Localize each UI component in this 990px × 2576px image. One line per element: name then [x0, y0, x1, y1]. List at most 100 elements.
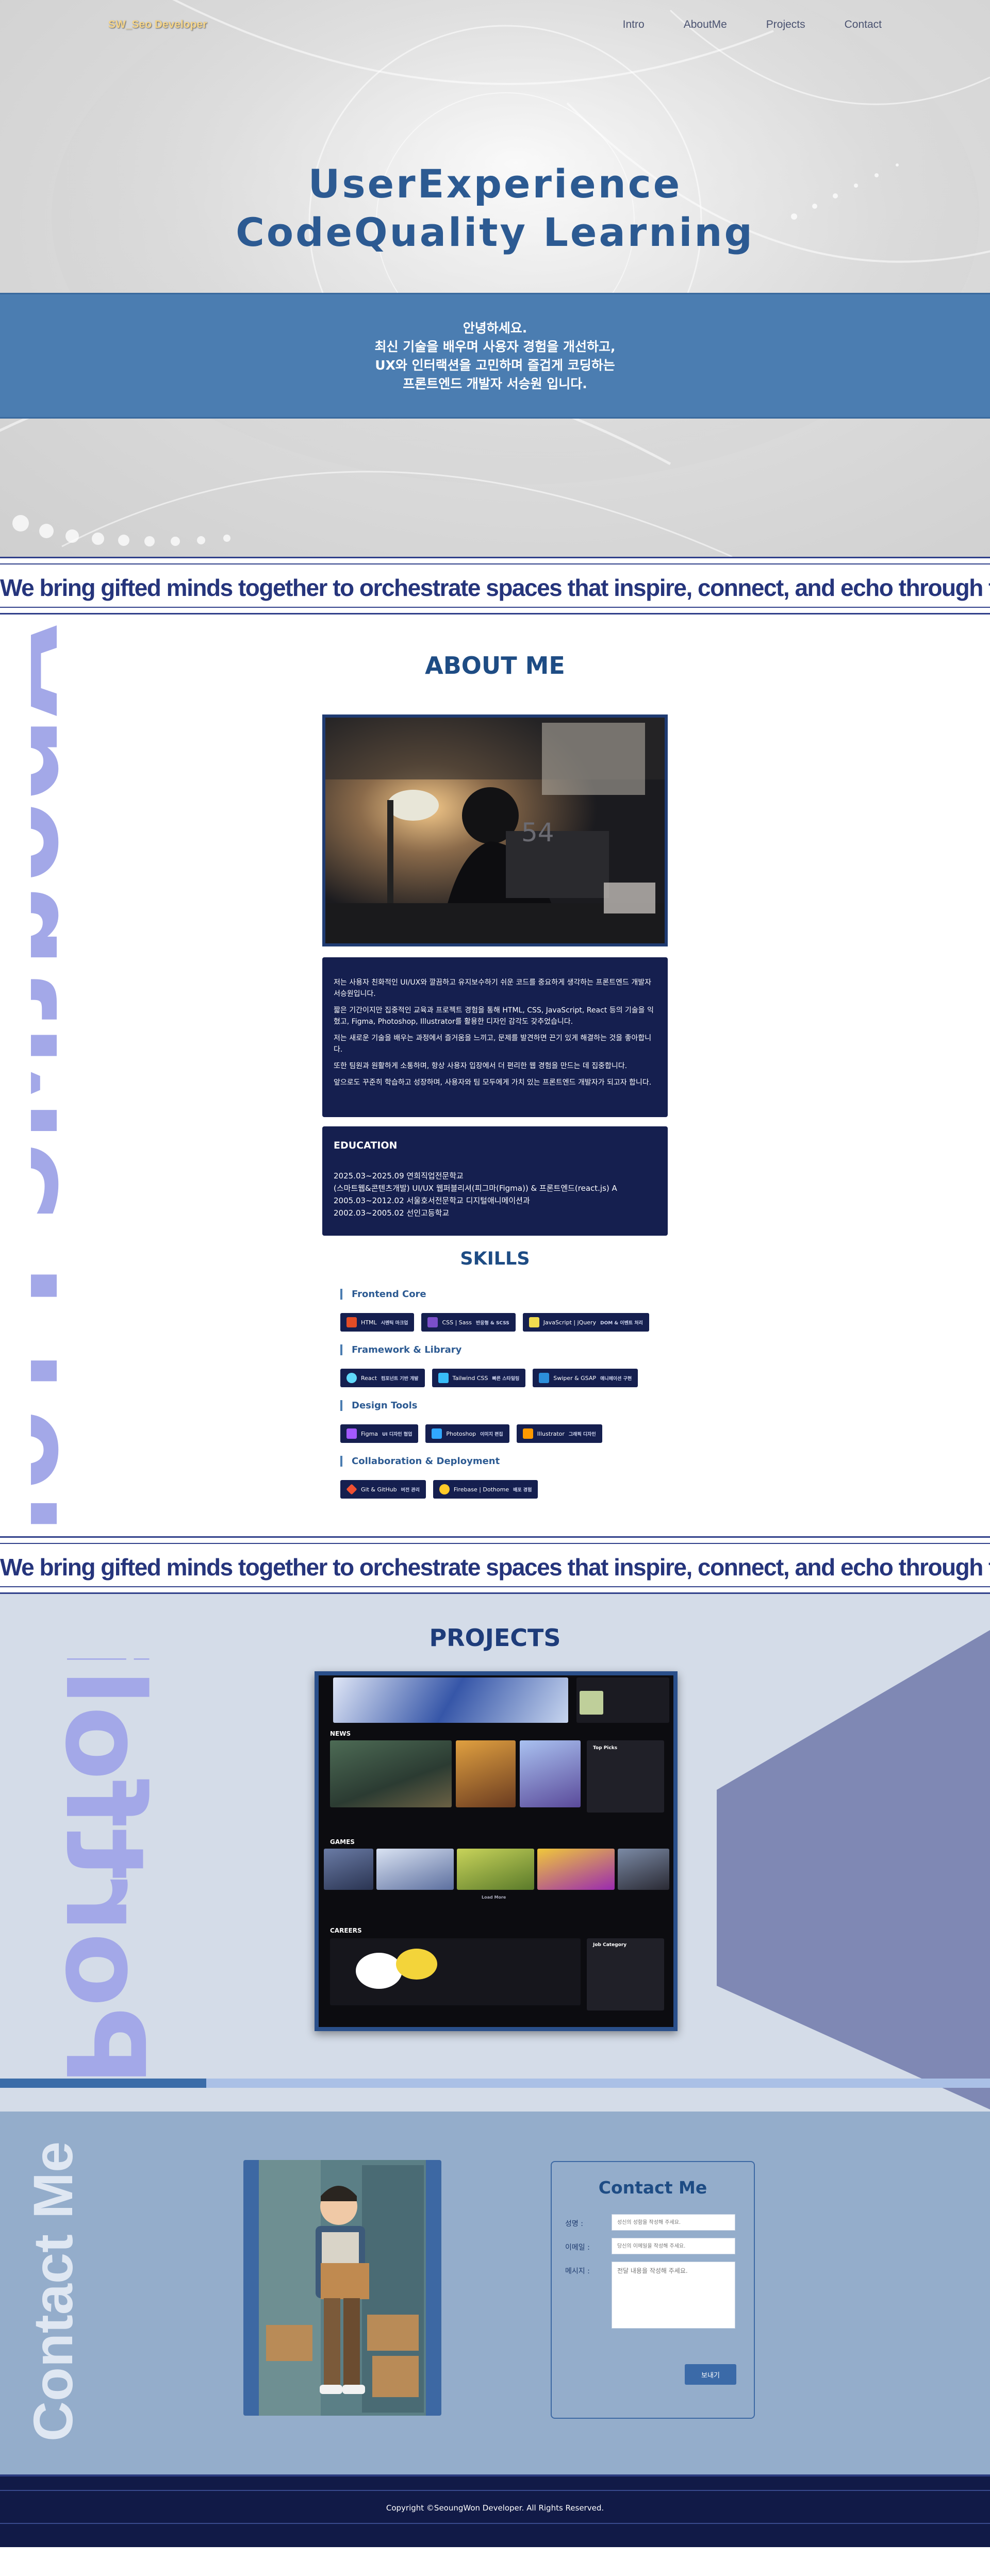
- skill-chip-sub: DOM & 이벤트 처리: [600, 1320, 643, 1326]
- about-vertical-text: AboutMe Profile: [31, 625, 85, 1536]
- contact-form: Contact Me 성명 : 이메일 : 메시지 : 보내기: [551, 2161, 755, 2419]
- about-paragraph: 저는 사용자 친화적인 UI/UX와 깔끔하고 유지보수하기 쉬운 코드를 중요…: [334, 978, 651, 998]
- skill-chip-sub: 컴포넌트 기반 개발: [381, 1376, 419, 1382]
- about-title: ABOUT ME: [425, 652, 565, 679]
- preview-top-picks: [587, 1740, 664, 1813]
- hero-intro-line: UX와 인터랙션을 고민하며 즐겁게 코딩하는: [375, 358, 615, 373]
- about-vertical-label: AboutMe Profile: [31, 625, 85, 1536]
- preview-careers-graphic-2: [396, 1949, 437, 1980]
- email-row: 이메일 :: [565, 2238, 740, 2254]
- marquee-text: We bring gifted minds together to orches…: [0, 574, 990, 601]
- skill-chip-sub: UI 디자인 협업: [382, 1432, 412, 1437]
- react-icon: [346, 1373, 357, 1383]
- about-description-box: 저는 사용자 친화적인 UI/UX와 깔끔하고 유지보수하기 쉬운 코드를 중요…: [322, 957, 668, 1117]
- projects-background-trapezoid: [717, 1630, 990, 2109]
- preview-game-3: [457, 1849, 534, 1890]
- hero-intro-band: 안녕하세요. 최신 기술을 배우며 사용자 경험을 개선하고, UX와 인터랙션…: [0, 293, 990, 419]
- css-icon: [427, 1317, 438, 1327]
- submit-button[interactable]: 보내기: [685, 2364, 736, 2385]
- svg-text:54: 54: [521, 818, 554, 847]
- skill-group-framework: Framework & Library React 컴포넌트 기반 개발 Tail…: [340, 1344, 638, 1387]
- figma-icon: [346, 1428, 357, 1439]
- skill-chip-photoshop: Photoshop 이미지 편집: [425, 1424, 509, 1443]
- marquee-banner: We bring gifted minds together to orches…: [0, 557, 990, 614]
- skill-chip-label: Photoshop: [446, 1430, 476, 1437]
- nav-intro[interactable]: Intro: [623, 19, 645, 31]
- hero-background-graphic: [0, 0, 990, 557]
- contact-form-title: Contact Me: [598, 2178, 707, 2198]
- site-footer: Copyright ©SeoungWon Developer. All Righ…: [0, 2474, 990, 2547]
- preview-news-main: [330, 1740, 452, 1807]
- preview-careers-label: CAREERS: [330, 1927, 362, 1934]
- skill-group-collab: Collaboration & Deployment Git & GitHub 버…: [340, 1456, 538, 1499]
- swiper-icon: [539, 1373, 550, 1383]
- hero-intro-line: 프론트엔드 개발자 서승원 입니다.: [403, 376, 587, 391]
- contact-section: Contact Me Contact Me 성명 : 성신의 성함을 작성해 주…: [0, 2112, 990, 2474]
- education-item: 2005.03~2012.02 서울호서전문학교 디지털애니메이션과: [334, 1196, 530, 1205]
- skill-chip-label: Figma: [361, 1430, 378, 1437]
- message-row: 메시지 :: [565, 2262, 740, 2329]
- hero-title: UserExperience CodeQuality Learning: [0, 160, 990, 257]
- skill-chip-label: HTML: [361, 1319, 377, 1326]
- skill-category-title: Frontend Core: [340, 1289, 649, 1300]
- skill-chip-label: Illustrator: [537, 1430, 565, 1437]
- skill-chip-figma: Figma UI 디자인 협업: [340, 1424, 419, 1443]
- tailwind-icon: [438, 1373, 449, 1383]
- message-textarea[interactable]: [612, 2262, 735, 2329]
- marquee-text: We bring gifted minds together to orches…: [0, 1554, 990, 1581]
- preview-game-4: [537, 1849, 615, 1890]
- education-box: EDUCATION 2025.03~2025.09 연희직업전문학교 (스마트웹…: [322, 1126, 668, 1236]
- projects-vertical-text: Portfolio: [41, 1658, 168, 2081]
- skill-chip-label: Firebase | Dothome: [453, 1486, 509, 1493]
- preview-banner-thumb: [580, 1691, 603, 1715]
- skill-group-design: Design Tools Figma UI 디자인 협업 Photoshop 이미지…: [340, 1400, 602, 1443]
- skill-chip-html: HTML 시멘틱 마크업: [340, 1313, 415, 1332]
- hero-intro-line: 최신 기술을 배우며 사용자 경험을 개선하고,: [374, 339, 616, 354]
- skill-chip-label: React: [361, 1374, 377, 1382]
- name-input[interactable]: [612, 2214, 735, 2231]
- skill-chip-illustrator: Illustrator 그래픽 디자인: [516, 1424, 602, 1443]
- project-preview[interactable]: NEWS Top Picks GAMES Load More CAREERS J…: [315, 1671, 678, 2031]
- skill-category-title: Design Tools: [340, 1400, 602, 1411]
- nav-aboutme[interactable]: AboutMe: [684, 19, 727, 31]
- preview-news-3: [520, 1740, 581, 1807]
- skill-chip-label: Swiper & GSAP: [553, 1374, 597, 1382]
- skill-chip-react: React 컴포넌트 기반 개발: [340, 1369, 425, 1387]
- firebase-icon: [439, 1484, 450, 1494]
- hero-intro-line: 안녕하세요.: [463, 321, 527, 336]
- education-title: EDUCATION: [334, 1140, 398, 1151]
- developer-photo: 54: [325, 718, 665, 943]
- nav-projects[interactable]: Projects: [766, 19, 805, 31]
- hero-section: UserExperience CodeQuality Learning 안녕하세…: [0, 0, 990, 557]
- skill-category-title: Framework & Library: [340, 1344, 638, 1355]
- preview-news-label: NEWS: [330, 1730, 351, 1737]
- education-item: 2025.03~2025.09 연희직업전문학교: [334, 1171, 464, 1181]
- contact-illustration: [243, 2160, 441, 2416]
- about-paragraph: 앞으로도 꾸준히 학습하고 성장하며, 사용자와 팀 모두에게 가치 있는 프론…: [334, 1078, 652, 1087]
- skill-chip-sub: 버전 관리: [401, 1487, 420, 1493]
- preview-load-more: Load More: [482, 1895, 506, 1900]
- email-input[interactable]: [612, 2238, 735, 2254]
- skills-title: SKILLS: [460, 1249, 530, 1269]
- hero-title-line1: UserExperience: [308, 161, 682, 207]
- main-nav: Intro AboutMe Projects Contact: [623, 19, 882, 31]
- person-with-box-illustration: [259, 2160, 426, 2416]
- nav-contact[interactable]: Contact: [845, 19, 882, 31]
- hero-title-line2: CodeQuality Learning: [236, 209, 754, 255]
- projects-title: PROJECTS: [429, 1624, 561, 1652]
- preview-banner: [333, 1677, 568, 1723]
- name-row: 성명 :: [565, 2214, 740, 2231]
- about-paragraph: 짧은 기간이지만 집중적인 교육과 프로젝트 경험을 통해 HTML, CSS,…: [334, 1006, 654, 1026]
- site-logo[interactable]: SW_Seo Developer: [108, 19, 207, 31]
- about-paragraph: 저는 새로운 기술을 배우는 과정에서 즐거움을 느끼고, 문제를 발견하면 끈…: [334, 1034, 652, 1054]
- email-label: 이메일 :: [565, 2243, 590, 2252]
- projects-section: Portfolio PROJECTS NEWS Top Picks GAMES …: [0, 1594, 990, 2112]
- git-icon: [346, 1484, 357, 1495]
- skill-category-title: Collaboration & Deployment: [340, 1456, 538, 1467]
- skill-chip-sub: 반응형 & SCSS: [475, 1320, 509, 1326]
- message-label: 메시지 :: [565, 2267, 590, 2275]
- projects-vertical-label: Portfolio: [41, 1658, 168, 2081]
- about-paragraph: 또한 팀원과 원활하게 소통하며, 항상 사용자 입장에서 더 편리한 웹 경험…: [334, 1062, 628, 1070]
- preview-game-1: [324, 1849, 373, 1890]
- education-item: 2002.03~2005.02 선인고등학교: [334, 1208, 450, 1218]
